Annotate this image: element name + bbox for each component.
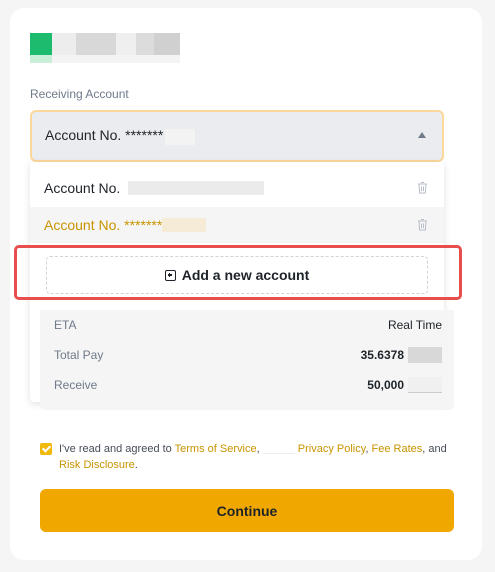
trash-icon[interactable]	[417, 218, 428, 231]
redacted-text	[262, 444, 295, 455]
agreement-checkbox[interactable]	[40, 443, 52, 455]
redacted-text	[408, 377, 442, 393]
receive-row: Receive 50,000	[54, 377, 442, 393]
redacted-text	[162, 218, 207, 232]
receiving-account-label: Receiving Account	[30, 87, 129, 101]
terms-link[interactable]: Terms of Service	[175, 443, 257, 455]
risk-disclosure-link[interactable]: Risk Disclosure	[59, 459, 135, 471]
redacted-text	[408, 347, 442, 363]
summary-panel: ETA Real Time Total Pay 35.6378 Receive …	[40, 310, 454, 410]
account-option[interactable]: Account No.	[30, 170, 444, 206]
trash-icon[interactable]	[417, 181, 428, 194]
privacy-link[interactable]: Privacy Policy	[298, 443, 366, 455]
agreement: I've read and agreed to Terms of Service…	[40, 441, 450, 473]
account-select[interactable]: Account No. *******	[30, 110, 444, 162]
fee-rates-link[interactable]: Fee Rates	[372, 443, 423, 455]
eta-row: ETA Real Time	[54, 318, 442, 332]
blurred-logo	[30, 33, 190, 63]
redacted-text	[165, 128, 196, 145]
selected-account: Account No. *******	[45, 127, 196, 145]
account-option-active[interactable]: Account No. *******	[30, 207, 444, 243]
chevron-up-icon[interactable]	[418, 132, 426, 138]
highlight-box	[14, 245, 462, 300]
continue-button[interactable]: Continue	[40, 489, 454, 532]
redacted-text	[128, 181, 265, 195]
total-pay-row: Total Pay 35.6378	[54, 347, 442, 363]
